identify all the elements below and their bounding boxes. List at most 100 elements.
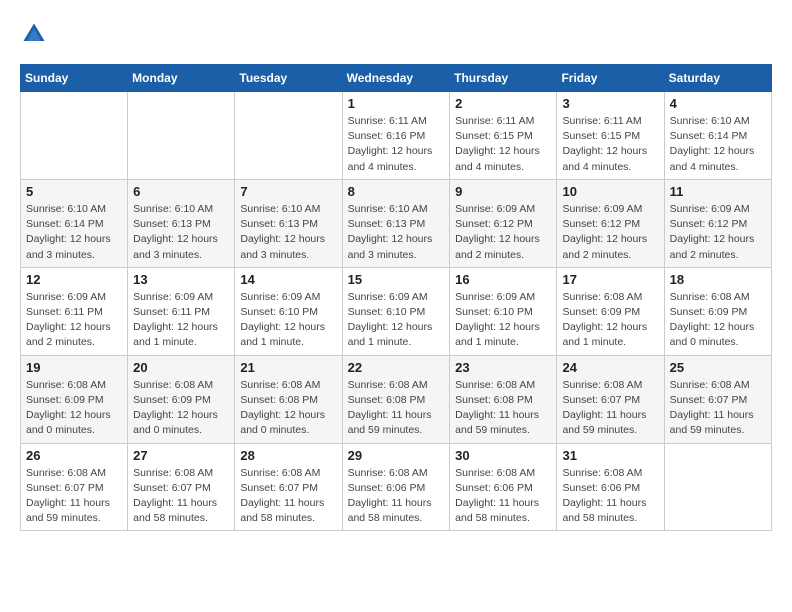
day-info: Sunrise: 6:09 AM Sunset: 6:11 PM Dayligh… [133, 290, 229, 351]
day-info: Sunrise: 6:08 AM Sunset: 6:08 PM Dayligh… [455, 378, 551, 439]
day-number: 30 [455, 448, 551, 463]
day-info: Sunrise: 6:09 AM Sunset: 6:11 PM Dayligh… [26, 290, 122, 351]
day-info: Sunrise: 6:09 AM Sunset: 6:12 PM Dayligh… [670, 202, 766, 263]
calendar-cell: 12 Sunrise: 6:09 AM Sunset: 6:11 PM Dayli… [21, 267, 128, 355]
day-number: 6 [133, 184, 229, 199]
calendar-cell: 18 Sunrise: 6:08 AM Sunset: 6:09 PM Dayli… [664, 267, 771, 355]
calendar-cell: 31 Sunrise: 6:08 AM Sunset: 6:06 PM Dayli… [557, 443, 664, 531]
day-info: Sunrise: 6:10 AM Sunset: 6:14 PM Dayligh… [670, 114, 766, 175]
day-number: 23 [455, 360, 551, 375]
calendar-cell: 25 Sunrise: 6:08 AM Sunset: 6:07 PM Dayli… [664, 355, 771, 443]
logo-icon [20, 20, 48, 48]
calendar-cell: 23 Sunrise: 6:08 AM Sunset: 6:08 PM Dayli… [450, 355, 557, 443]
day-info: Sunrise: 6:09 AM Sunset: 6:12 PM Dayligh… [455, 202, 551, 263]
weekday-header-tuesday: Tuesday [235, 65, 342, 92]
day-number: 13 [133, 272, 229, 287]
day-info: Sunrise: 6:11 AM Sunset: 6:15 PM Dayligh… [562, 114, 658, 175]
day-info: Sunrise: 6:08 AM Sunset: 6:07 PM Dayligh… [670, 378, 766, 439]
day-info: Sunrise: 6:10 AM Sunset: 6:13 PM Dayligh… [240, 202, 336, 263]
day-info: Sunrise: 6:11 AM Sunset: 6:15 PM Dayligh… [455, 114, 551, 175]
weekday-header-friday: Friday [557, 65, 664, 92]
calendar-cell: 9 Sunrise: 6:09 AM Sunset: 6:12 PM Daylig… [450, 179, 557, 267]
weekday-header-saturday: Saturday [664, 65, 771, 92]
calendar-cell: 1 Sunrise: 6:11 AM Sunset: 6:16 PM Daylig… [342, 92, 450, 180]
calendar-cell [21, 92, 128, 180]
day-info: Sunrise: 6:09 AM Sunset: 6:12 PM Dayligh… [562, 202, 658, 263]
day-info: Sunrise: 6:08 AM Sunset: 6:09 PM Dayligh… [133, 378, 229, 439]
day-info: Sunrise: 6:08 AM Sunset: 6:09 PM Dayligh… [562, 290, 658, 351]
day-number: 5 [26, 184, 122, 199]
calendar-cell: 26Sunrise: 6:08 AM Sunset: 6:07 PM Dayli… [21, 443, 128, 531]
day-number: 25 [670, 360, 766, 375]
calendar-cell: 22 Sunrise: 6:08 AM Sunset: 6:08 PM Dayli… [342, 355, 450, 443]
calendar-cell [128, 92, 235, 180]
day-info: Sunrise: 6:09 AM Sunset: 6:10 PM Dayligh… [348, 290, 445, 351]
day-number: 3 [562, 96, 658, 111]
day-number: 1 [348, 96, 445, 111]
logo [20, 20, 52, 48]
calendar-cell: 15 Sunrise: 6:09 AM Sunset: 6:10 PM Dayli… [342, 267, 450, 355]
day-info: Sunrise: 6:08 AM Sunset: 6:08 PM Dayligh… [348, 378, 445, 439]
calendar-cell: 16 Sunrise: 6:09 AM Sunset: 6:10 PM Dayli… [450, 267, 557, 355]
day-number: 28 [240, 448, 336, 463]
day-info: Sunrise: 6:09 AM Sunset: 6:10 PM Dayligh… [455, 290, 551, 351]
day-number: 8 [348, 184, 445, 199]
calendar-cell: 14 Sunrise: 6:09 AM Sunset: 6:10 PM Dayli… [235, 267, 342, 355]
calendar-cell: 28 Sunrise: 6:08 AM Sunset: 6:07 PM Dayli… [235, 443, 342, 531]
day-number: 29 [348, 448, 445, 463]
day-number: 31 [562, 448, 658, 463]
day-number: 9 [455, 184, 551, 199]
calendar-cell: 13 Sunrise: 6:09 AM Sunset: 6:11 PM Dayli… [128, 267, 235, 355]
calendar-cell: 5 Sunrise: 6:10 AM Sunset: 6:14 PM Daylig… [21, 179, 128, 267]
day-number: 27 [133, 448, 229, 463]
day-info: Sunrise: 6:08 AM Sunset: 6:06 PM Dayligh… [348, 466, 445, 527]
day-info: Sunrise: 6:10 AM Sunset: 6:13 PM Dayligh… [133, 202, 229, 263]
day-info: Sunrise: 6:11 AM Sunset: 6:16 PM Dayligh… [348, 114, 445, 175]
weekday-header-wednesday: Wednesday [342, 65, 450, 92]
weekday-header-sunday: Sunday [21, 65, 128, 92]
day-number: 10 [562, 184, 658, 199]
calendar-cell: 27 Sunrise: 6:08 AM Sunset: 6:07 PM Dayli… [128, 443, 235, 531]
day-number: 17 [562, 272, 658, 287]
calendar-cell: 2 Sunrise: 6:11 AM Sunset: 6:15 PM Daylig… [450, 92, 557, 180]
day-number: 18 [670, 272, 766, 287]
day-info: Sunrise: 6:10 AM Sunset: 6:13 PM Dayligh… [348, 202, 445, 263]
day-info: Sunrise: 6:09 AM Sunset: 6:10 PM Dayligh… [240, 290, 336, 351]
day-info: Sunrise: 6:08 AM Sunset: 6:09 PM Dayligh… [670, 290, 766, 351]
day-info: Sunrise: 6:10 AM Sunset: 6:14 PM Dayligh… [26, 202, 122, 263]
day-number: 14 [240, 272, 336, 287]
day-info: Sunrise: 6:08 AM Sunset: 6:06 PM Dayligh… [455, 466, 551, 527]
day-info: Sunrise: 6:08 AM Sunset: 6:08 PM Dayligh… [240, 378, 336, 439]
day-info: Sunrise: 6:08 AM Sunset: 6:07 PM Dayligh… [240, 466, 336, 527]
day-number: 19 [26, 360, 122, 375]
calendar-cell: 7Sunrise: 6:10 AM Sunset: 6:13 PM Daylig… [235, 179, 342, 267]
calendar-cell [664, 443, 771, 531]
day-number: 4 [670, 96, 766, 111]
calendar-cell: 3 Sunrise: 6:11 AM Sunset: 6:15 PM Daylig… [557, 92, 664, 180]
calendar-cell [235, 92, 342, 180]
day-number: 2 [455, 96, 551, 111]
calendar-cell: 8 Sunrise: 6:10 AM Sunset: 6:13 PM Daylig… [342, 179, 450, 267]
calendar-cell: 21Sunrise: 6:08 AM Sunset: 6:08 PM Dayli… [235, 355, 342, 443]
day-info: Sunrise: 6:08 AM Sunset: 6:09 PM Dayligh… [26, 378, 122, 439]
day-number: 12 [26, 272, 122, 287]
day-number: 22 [348, 360, 445, 375]
calendar-cell: 10 Sunrise: 6:09 AM Sunset: 6:12 PM Dayli… [557, 179, 664, 267]
day-info: Sunrise: 6:08 AM Sunset: 6:07 PM Dayligh… [133, 466, 229, 527]
calendar-cell: 29 Sunrise: 6:08 AM Sunset: 6:06 PM Dayli… [342, 443, 450, 531]
day-info: Sunrise: 6:08 AM Sunset: 6:06 PM Dayligh… [562, 466, 658, 527]
calendar-cell: 24 Sunrise: 6:08 AM Sunset: 6:07 PM Dayli… [557, 355, 664, 443]
day-info: Sunrise: 6:08 AM Sunset: 6:07 PM Dayligh… [562, 378, 658, 439]
calendar-cell: 17 Sunrise: 6:08 AM Sunset: 6:09 PM Dayli… [557, 267, 664, 355]
day-number: 26 [26, 448, 122, 463]
day-number: 15 [348, 272, 445, 287]
day-number: 11 [670, 184, 766, 199]
weekday-header-thursday: Thursday [450, 65, 557, 92]
day-number: 24 [562, 360, 658, 375]
day-number: 16 [455, 272, 551, 287]
calendar-cell: 6 Sunrise: 6:10 AM Sunset: 6:13 PM Daylig… [128, 179, 235, 267]
page-header [20, 20, 772, 48]
calendar-cell: 30 Sunrise: 6:08 AM Sunset: 6:06 PM Dayli… [450, 443, 557, 531]
day-number: 20 [133, 360, 229, 375]
calendar: SundayMondayTuesdayWednesdayThursdayFrid… [20, 64, 772, 531]
